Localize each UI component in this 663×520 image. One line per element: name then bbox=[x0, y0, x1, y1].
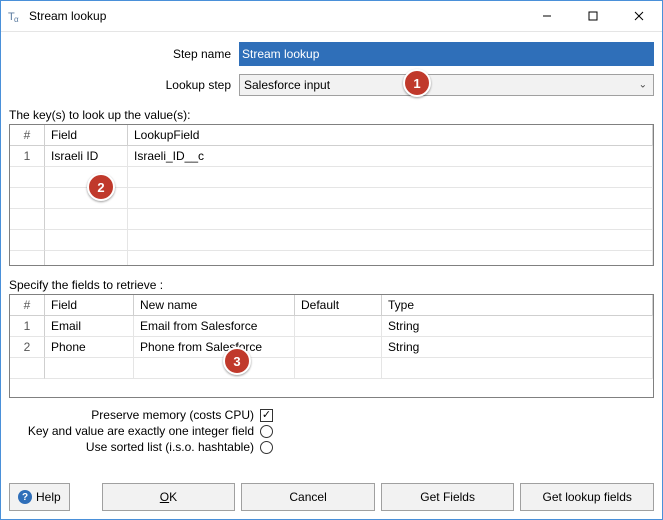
chevron-down-icon: ⌄ bbox=[639, 80, 647, 91]
maximize-button[interactable] bbox=[570, 1, 616, 31]
button-bar: ? Help OK Cancel Get Fields Get lookup f… bbox=[1, 474, 662, 519]
preserve-memory-checkbox[interactable]: ✓ bbox=[260, 409, 273, 422]
help-icon: ? bbox=[18, 490, 32, 504]
window-title: Stream lookup bbox=[29, 9, 106, 23]
retrieve-grid-header: # Field New name Default Type bbox=[10, 295, 653, 316]
cell-num: 2 bbox=[10, 337, 45, 358]
cell-default[interactable] bbox=[295, 316, 382, 337]
help-label: Help bbox=[36, 490, 61, 504]
col-num: # bbox=[10, 295, 45, 316]
col-num: # bbox=[10, 125, 45, 146]
get-fields-button[interactable]: Get Fields bbox=[381, 483, 515, 511]
table-row[interactable]: 2 Phone Phone from Salesforce String bbox=[10, 337, 653, 358]
titlebar: Tα Stream lookup bbox=[1, 1, 662, 32]
dialog-window: Tα Stream lookup Step name Stream lookup… bbox=[0, 0, 663, 520]
get-lookup-fields-button[interactable]: Get lookup fields bbox=[520, 483, 654, 511]
sorted-list-radio[interactable] bbox=[260, 441, 273, 454]
lookup-step-value: Salesforce input bbox=[244, 78, 330, 92]
cell-default[interactable] bbox=[295, 337, 382, 358]
lookup-step-row: Lookup step Salesforce input ⌄ bbox=[9, 74, 654, 96]
ok-button[interactable]: OK bbox=[102, 483, 236, 511]
callout-1: 1 bbox=[403, 69, 431, 97]
retrieve-heading: Specify the fields to retrieve : bbox=[9, 278, 654, 292]
col-type: Type bbox=[382, 295, 653, 316]
col-field: Field bbox=[45, 125, 128, 146]
svg-text:α: α bbox=[14, 15, 19, 23]
options-group: Preserve memory (costs CPU) ✓ Key and va… bbox=[9, 406, 654, 456]
check-icon: ✓ bbox=[262, 410, 271, 421]
col-newname: New name bbox=[134, 295, 295, 316]
lookup-step-label: Lookup step bbox=[9, 78, 239, 92]
callout-2: 2 bbox=[87, 173, 115, 201]
step-name-label: Step name bbox=[9, 47, 239, 61]
cell-type[interactable]: String bbox=[382, 337, 653, 358]
cell-num: 1 bbox=[10, 316, 45, 337]
cancel-button[interactable]: Cancel bbox=[241, 483, 375, 511]
table-row[interactable]: 1 Israeli ID Israeli_ID__c bbox=[10, 146, 653, 167]
cell-newname[interactable]: Phone from Salesforce bbox=[134, 337, 295, 358]
cell-field[interactable]: Email bbox=[45, 316, 134, 337]
ok-label: OK bbox=[160, 490, 177, 504]
retrieve-grid[interactable]: # Field New name Default Type 1 Email Em… bbox=[9, 294, 654, 398]
help-button[interactable]: ? Help bbox=[9, 483, 70, 511]
close-button[interactable] bbox=[616, 1, 662, 31]
cell-field[interactable]: Israeli ID bbox=[45, 146, 128, 167]
dialog-content: Step name Stream lookup Lookup step Sale… bbox=[1, 32, 662, 474]
get-fields-label: Get Fields bbox=[420, 490, 475, 504]
preserve-memory-row: Preserve memory (costs CPU) ✓ bbox=[9, 408, 654, 422]
cell-lookup[interactable]: Israeli_ID__c bbox=[128, 146, 653, 167]
cell-field[interactable]: Phone bbox=[45, 337, 134, 358]
step-name-row: Step name Stream lookup bbox=[9, 42, 654, 66]
cancel-label: Cancel bbox=[289, 490, 326, 504]
step-name-input[interactable]: Stream lookup bbox=[239, 42, 654, 66]
get-lookup-fields-label: Get lookup fields bbox=[543, 490, 632, 504]
cell-newname[interactable]: Email from Salesforce bbox=[134, 316, 295, 337]
cell-num: 1 bbox=[10, 146, 45, 167]
col-lookupfield: LookupField bbox=[128, 125, 653, 146]
minimize-button[interactable] bbox=[524, 1, 570, 31]
keys-grid-header: # Field LookupField bbox=[10, 125, 653, 146]
one-integer-label: Key and value are exactly one integer fi… bbox=[9, 424, 260, 438]
keys-heading: The key(s) to look up the value(s): bbox=[9, 108, 654, 122]
callout-3: 3 bbox=[223, 347, 251, 375]
one-integer-radio[interactable] bbox=[260, 425, 273, 438]
lookup-step-combo[interactable]: Salesforce input ⌄ bbox=[239, 74, 654, 96]
preserve-memory-label: Preserve memory (costs CPU) bbox=[9, 408, 260, 422]
sorted-list-row: Use sorted list (i.s.o. hashtable) bbox=[9, 440, 654, 454]
col-field: Field bbox=[45, 295, 134, 316]
one-integer-row: Key and value are exactly one integer fi… bbox=[9, 424, 654, 438]
sorted-list-label: Use sorted list (i.s.o. hashtable) bbox=[9, 440, 260, 454]
app-icon: Tα bbox=[7, 8, 23, 24]
table-row[interactable]: 1 Email Email from Salesforce String bbox=[10, 316, 653, 337]
col-default: Default bbox=[295, 295, 382, 316]
cell-type[interactable]: String bbox=[382, 316, 653, 337]
step-name-value: Stream lookup bbox=[240, 43, 653, 65]
